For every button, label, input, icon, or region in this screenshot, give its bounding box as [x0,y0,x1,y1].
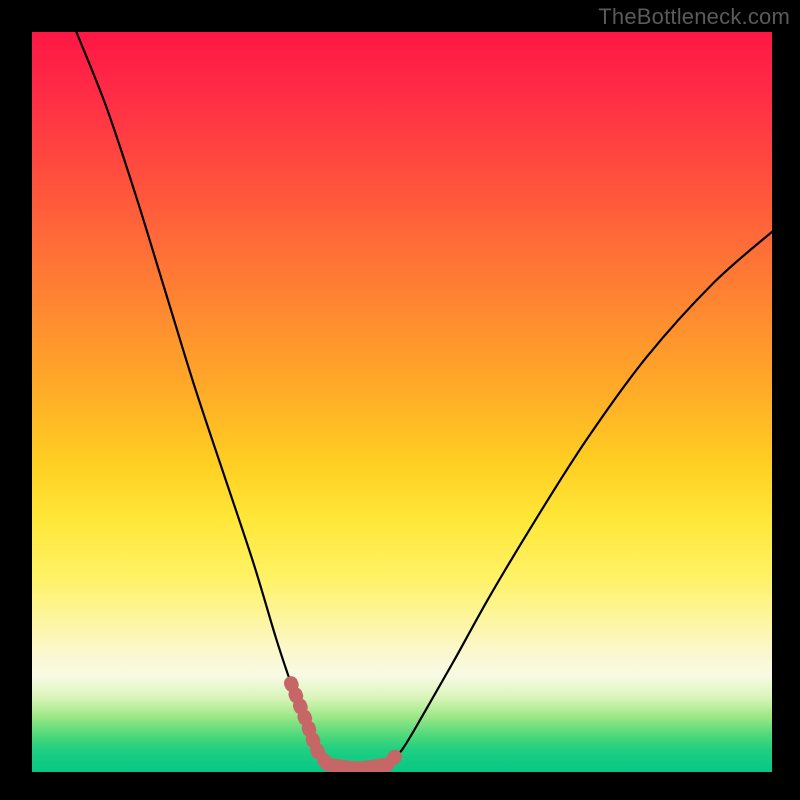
highlight-left [291,683,329,766]
highlight-base [328,765,387,769]
right-curve [387,232,772,765]
chart-frame: TheBottleneck.com [0,0,800,800]
plot-area [32,32,772,772]
left-curve [76,32,328,765]
watermark-text: TheBottleneck.com [598,4,790,30]
curve-layer [32,32,772,772]
